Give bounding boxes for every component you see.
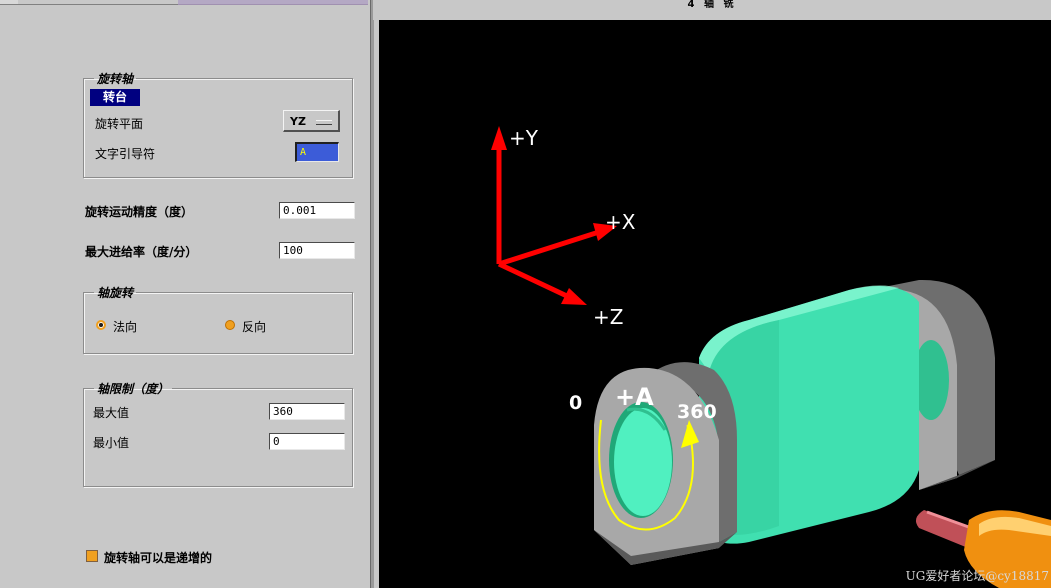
y-axis-label: +Y bbox=[509, 126, 539, 150]
dialog-panel: 旋转轴 转台 旋转平面 YZ 文字引导符 A 旋转运动精度（度） 0.001 最… bbox=[0, 0, 374, 588]
panel-divider bbox=[370, 0, 374, 588]
text-lead-label: 文字引导符 bbox=[95, 147, 156, 161]
viewport-title: 4 轴 铣 bbox=[373, 0, 1051, 20]
text-lead-input[interactable]: A bbox=[295, 142, 339, 162]
max-value-input[interactable]: 360 bbox=[269, 403, 345, 420]
turntable-list-item[interactable]: 转台 bbox=[90, 89, 140, 106]
normal-radio-label: 法向 bbox=[113, 320, 138, 334]
reverse-radio-label: 反向 bbox=[242, 320, 267, 334]
z-axis-label: +Z bbox=[593, 305, 623, 329]
precision-input[interactable]: 0.001 bbox=[279, 202, 355, 219]
watermark: UG爱好者论坛@cy18817 bbox=[905, 569, 1049, 583]
min-value-input[interactable]: 0 bbox=[269, 433, 345, 450]
incremental-label: 旋转轴可以是递增的 bbox=[104, 551, 213, 565]
axis-rotation-legend: 轴旋转 bbox=[97, 286, 134, 300]
top-tab-strip bbox=[0, 0, 373, 14]
rotary-axis-legend: 旋转轴 bbox=[97, 72, 134, 86]
axis-limits-legend: 轴限制（度） bbox=[97, 382, 170, 396]
coordinate-triad-icon: +Y +X +Z bbox=[491, 126, 636, 329]
precision-label: 旋转运动精度（度） bbox=[85, 205, 194, 219]
graphics-viewport[interactable]: +Y +X +Z 0 +A 360 UG爱好者论坛@cy18817 bbox=[379, 20, 1051, 588]
max-feedrate-label: 最大进给率（度/分） bbox=[85, 245, 198, 259]
max-value-label: 最大值 bbox=[93, 406, 130, 420]
rotation-start-label: 0 bbox=[569, 392, 582, 414]
rotation-plane-value: YZ bbox=[290, 115, 306, 128]
machine-illustration: +Y +X +Z 0 +A 360 bbox=[491, 126, 1051, 588]
rotation-plane-label: 旋转平面 bbox=[95, 117, 144, 131]
z-axis-arrowhead-icon bbox=[561, 288, 587, 305]
option-menu-indicator-icon bbox=[316, 120, 332, 125]
normal-radio[interactable] bbox=[96, 320, 106, 330]
rotary-axis-label: +A bbox=[615, 383, 654, 411]
incremental-checkbox[interactable] bbox=[86, 550, 98, 562]
rotation-plane-option-menu[interactable]: YZ bbox=[283, 110, 340, 132]
rotation-end-label: 360 bbox=[677, 401, 717, 423]
top-tab[interactable] bbox=[18, 0, 179, 5]
reverse-radio[interactable] bbox=[225, 320, 235, 330]
top-tab[interactable] bbox=[0, 0, 19, 5]
min-value-label: 最小值 bbox=[93, 436, 130, 450]
max-feedrate-input[interactable]: 100 bbox=[279, 242, 355, 259]
x-axis-label: +X bbox=[605, 210, 636, 234]
top-tab-active[interactable] bbox=[178, 0, 368, 5]
y-axis-arrowhead-icon bbox=[491, 126, 507, 150]
